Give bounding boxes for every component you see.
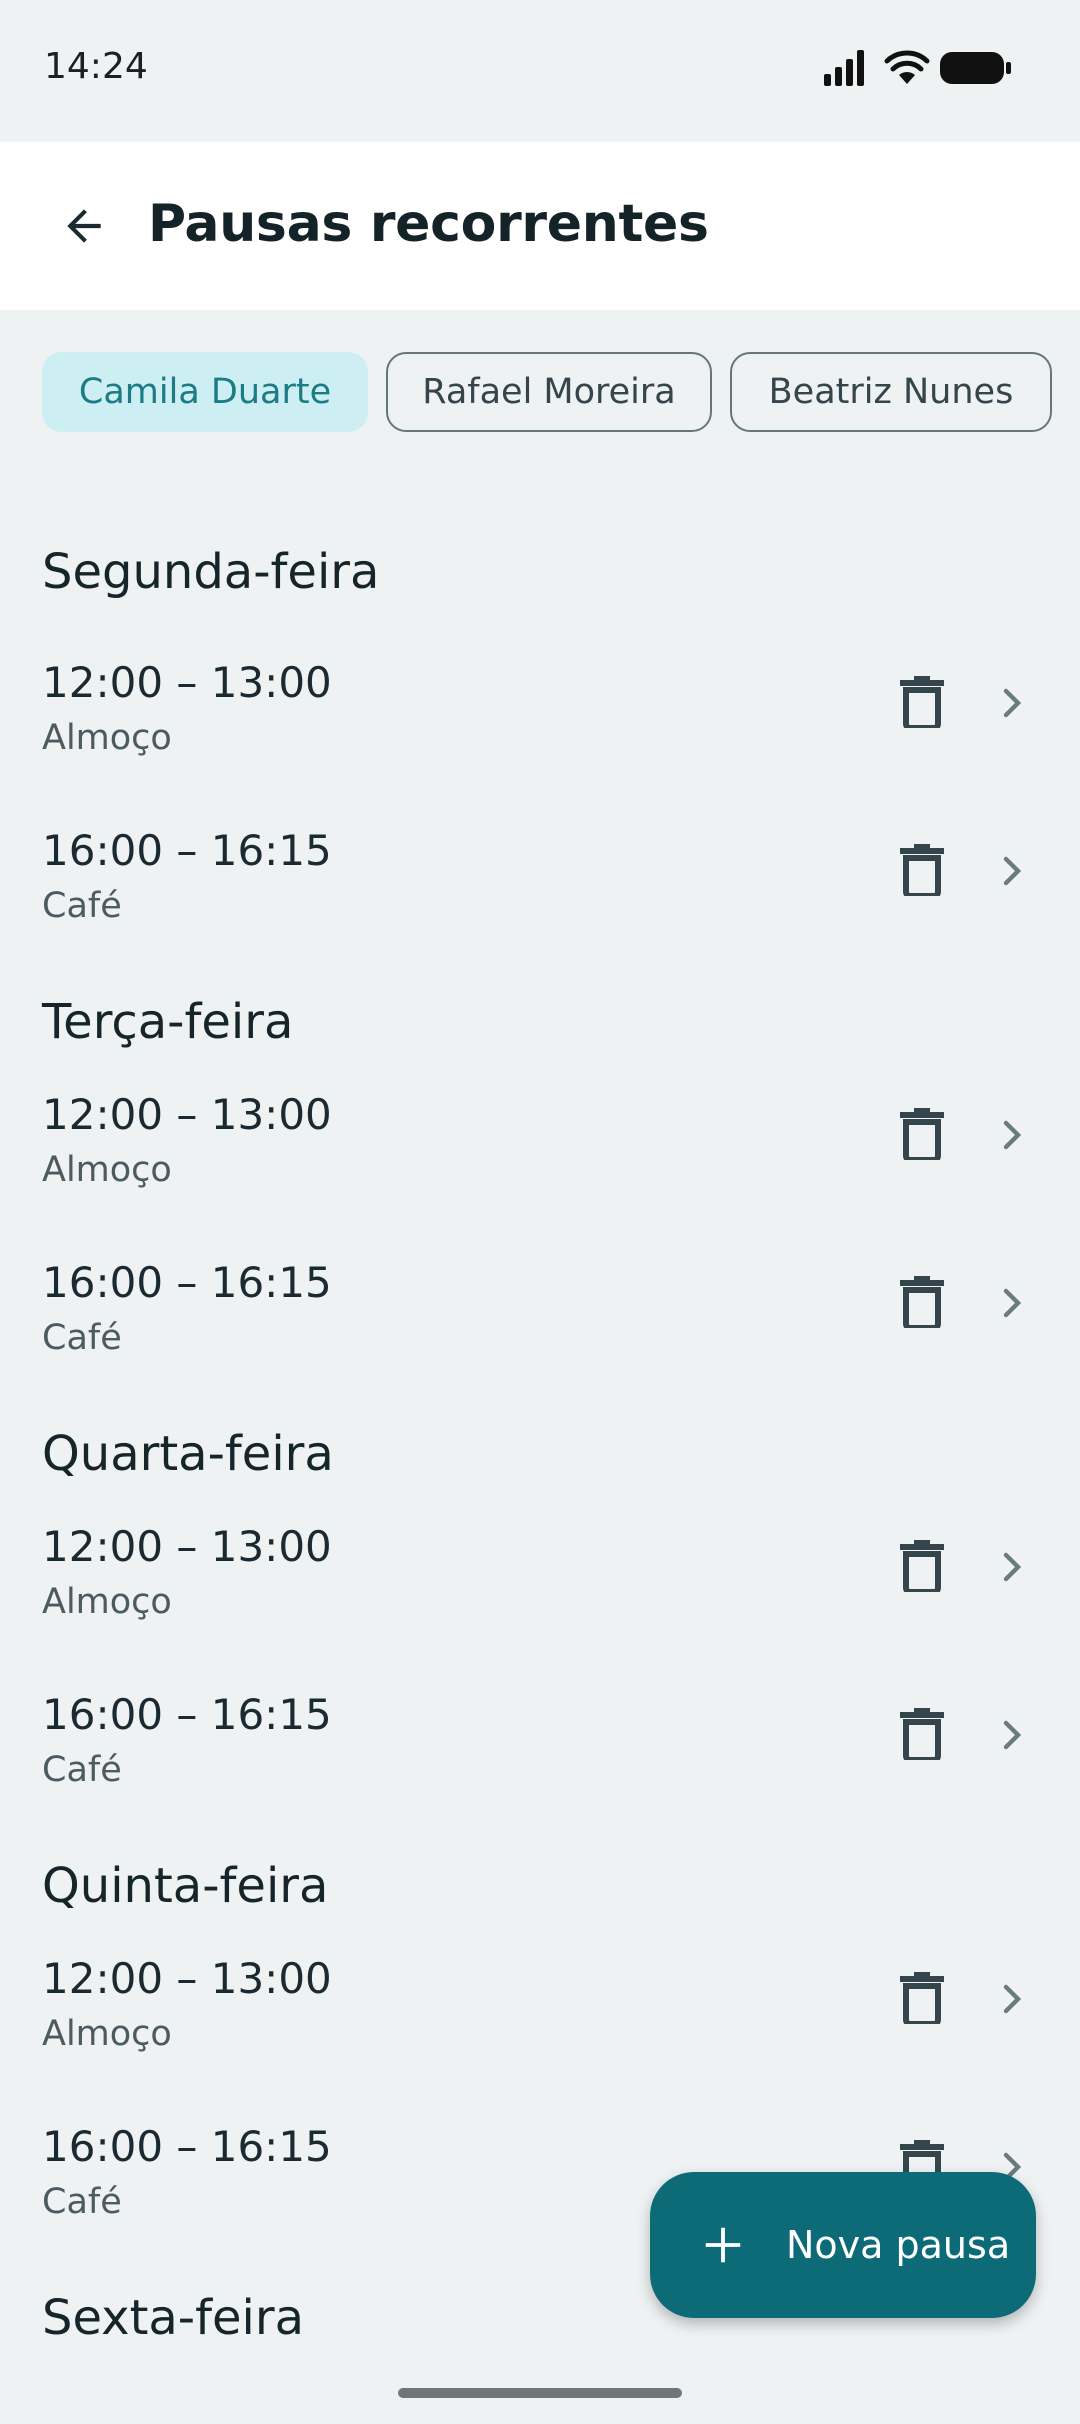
chip-beatriz-nunes[interactable]: Beatriz Nunes bbox=[730, 352, 1052, 432]
arrow-back-icon bbox=[67, 209, 101, 243]
trash-icon bbox=[900, 1276, 944, 1328]
trash-icon bbox=[900, 1972, 944, 2024]
trash-icon bbox=[900, 844, 944, 896]
trash-icon bbox=[900, 1708, 944, 1760]
break-time: 12:00 – 13:00 bbox=[42, 1954, 332, 2003]
day-header: Quarta-feira bbox=[42, 1426, 334, 1482]
break-row[interactable]: 12:00 – 13:00 Almoço bbox=[0, 1080, 1080, 1248]
break-row[interactable]: 16:00 – 16:15 Café bbox=[0, 816, 1080, 984]
day-header: Segunda-feira bbox=[42, 544, 380, 600]
break-label: Almoço bbox=[42, 1582, 172, 1622]
break-label: Café bbox=[42, 1750, 122, 1790]
new-break-label: Nova pausa bbox=[786, 2223, 1011, 2267]
chip-rafael-moreira[interactable]: Rafael Moreira bbox=[386, 352, 712, 432]
day-header: Quinta-feira bbox=[42, 1858, 329, 1914]
battery-icon bbox=[940, 52, 1011, 84]
day-section-wednesday: Quarta-feira 12:00 – 13:00 Almoço 16:00 … bbox=[0, 1416, 1080, 1848]
delete-button[interactable] bbox=[882, 662, 962, 742]
break-label: Almoço bbox=[42, 718, 172, 758]
back-button[interactable] bbox=[34, 176, 134, 276]
chevron-right-icon[interactable] bbox=[992, 846, 1032, 896]
trash-icon bbox=[900, 676, 944, 728]
chevron-right-icon[interactable] bbox=[992, 678, 1032, 728]
break-time: 16:00 – 16:15 bbox=[42, 2122, 332, 2171]
break-label: Almoço bbox=[42, 2014, 172, 2054]
status-bar: 14:24 bbox=[0, 0, 1080, 142]
break-time: 12:00 – 13:00 bbox=[42, 1522, 332, 1571]
chevron-right-icon[interactable] bbox=[992, 1110, 1032, 1160]
break-row[interactable]: 16:00 – 16:15 Café bbox=[0, 1680, 1080, 1848]
break-label: Café bbox=[42, 1318, 122, 1358]
break-time: 12:00 – 13:00 bbox=[42, 658, 332, 707]
break-row[interactable]: 16:00 – 16:15 Café bbox=[0, 1248, 1080, 1416]
delete-button[interactable] bbox=[882, 1094, 962, 1174]
break-label: Café bbox=[42, 2182, 122, 2222]
new-break-button[interactable]: Nova pausa bbox=[650, 2172, 1036, 2318]
app-bar: Pausas recorrentes bbox=[0, 142, 1080, 310]
day-header: Terça-feira bbox=[42, 994, 294, 1050]
plus-icon bbox=[705, 2227, 741, 2263]
delete-button[interactable] bbox=[882, 1694, 962, 1774]
delete-button[interactable] bbox=[882, 1526, 962, 1606]
home-indicator bbox=[398, 2388, 682, 2398]
day-section-monday: Segunda-feira 12:00 – 13:00 Almoço 16:00… bbox=[0, 500, 1080, 984]
day-section-tuesday: Terça-feira 12:00 – 13:00 Almoço 16:00 –… bbox=[0, 984, 1080, 1416]
delete-button[interactable] bbox=[882, 830, 962, 910]
break-label: Café bbox=[42, 886, 122, 926]
break-time: 16:00 – 16:15 bbox=[42, 826, 332, 875]
break-time: 12:00 – 13:00 bbox=[42, 1090, 332, 1139]
signal-icon bbox=[824, 50, 864, 86]
break-row[interactable]: 12:00 – 13:00 Almoço bbox=[0, 1512, 1080, 1680]
status-time: 14:24 bbox=[44, 46, 148, 87]
break-label: Almoço bbox=[42, 1150, 172, 1190]
trash-icon bbox=[900, 1540, 944, 1592]
trash-icon bbox=[900, 1108, 944, 1160]
chevron-right-icon[interactable] bbox=[992, 1278, 1032, 1328]
break-row[interactable]: 12:00 – 13:00 Almoço bbox=[0, 1944, 1080, 2112]
wifi-icon bbox=[884, 50, 930, 84]
chevron-right-icon[interactable] bbox=[992, 1542, 1032, 1592]
break-time: 16:00 – 16:15 bbox=[42, 1258, 332, 1307]
page-title: Pausas recorrentes bbox=[148, 194, 709, 254]
employee-chips: Camila Duarte Rafael Moreira Beatriz Nunes bbox=[42, 352, 1070, 436]
chevron-right-icon[interactable] bbox=[992, 1710, 1032, 1760]
chip-camila-duarte[interactable]: Camila Duarte bbox=[42, 352, 368, 432]
chevron-right-icon[interactable] bbox=[992, 1974, 1032, 2024]
break-row[interactable]: 12:00 – 13:00 Almoço bbox=[0, 648, 1080, 816]
delete-button[interactable] bbox=[882, 1958, 962, 2038]
break-list: Segunda-feira 12:00 – 13:00 Almoço 16:00… bbox=[0, 500, 1080, 2376]
break-time: 16:00 – 16:15 bbox=[42, 1690, 332, 1739]
delete-button[interactable] bbox=[882, 1262, 962, 1342]
